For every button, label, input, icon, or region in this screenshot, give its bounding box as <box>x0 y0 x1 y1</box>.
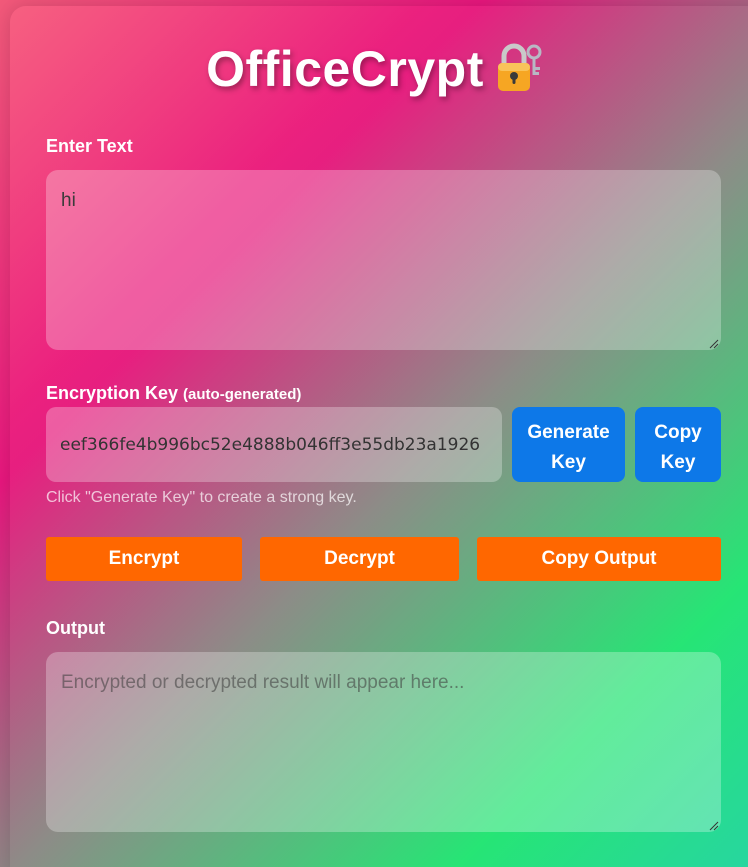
page-title-text: OfficeCrypt <box>206 41 484 97</box>
copy-key-label: Copy Key <box>654 421 702 473</box>
output-label: Output <box>46 618 105 638</box>
key-label-text: Encryption Key <box>46 383 179 403</box>
key-label: Encryption Key (auto-generated) <box>46 383 301 404</box>
key-label-note: (auto-generated) <box>183 386 302 403</box>
key-input[interactable] <box>46 407 502 482</box>
resize-grip-icon[interactable] <box>709 339 719 349</box>
page-title: OfficeCrypt <box>0 40 748 99</box>
output-textarea[interactable] <box>46 652 721 832</box>
copy-output-button[interactable]: Copy Output <box>477 537 721 581</box>
generate-key-label: Generate Key <box>527 421 610 473</box>
resize-grip-icon[interactable] <box>709 821 719 831</box>
generate-key-button[interactable]: Generate Key <box>512 407 625 482</box>
decrypt-button[interactable]: Decrypt <box>260 537 459 581</box>
lock-with-key-icon <box>494 41 542 93</box>
copy-key-button[interactable]: Copy Key <box>635 407 721 482</box>
key-hint: Click "Generate Key" to create a strong … <box>46 489 357 506</box>
encrypt-button[interactable]: Encrypt <box>46 537 242 581</box>
input-textarea[interactable]: hi <box>46 170 721 350</box>
input-label: Enter Text <box>46 136 133 156</box>
